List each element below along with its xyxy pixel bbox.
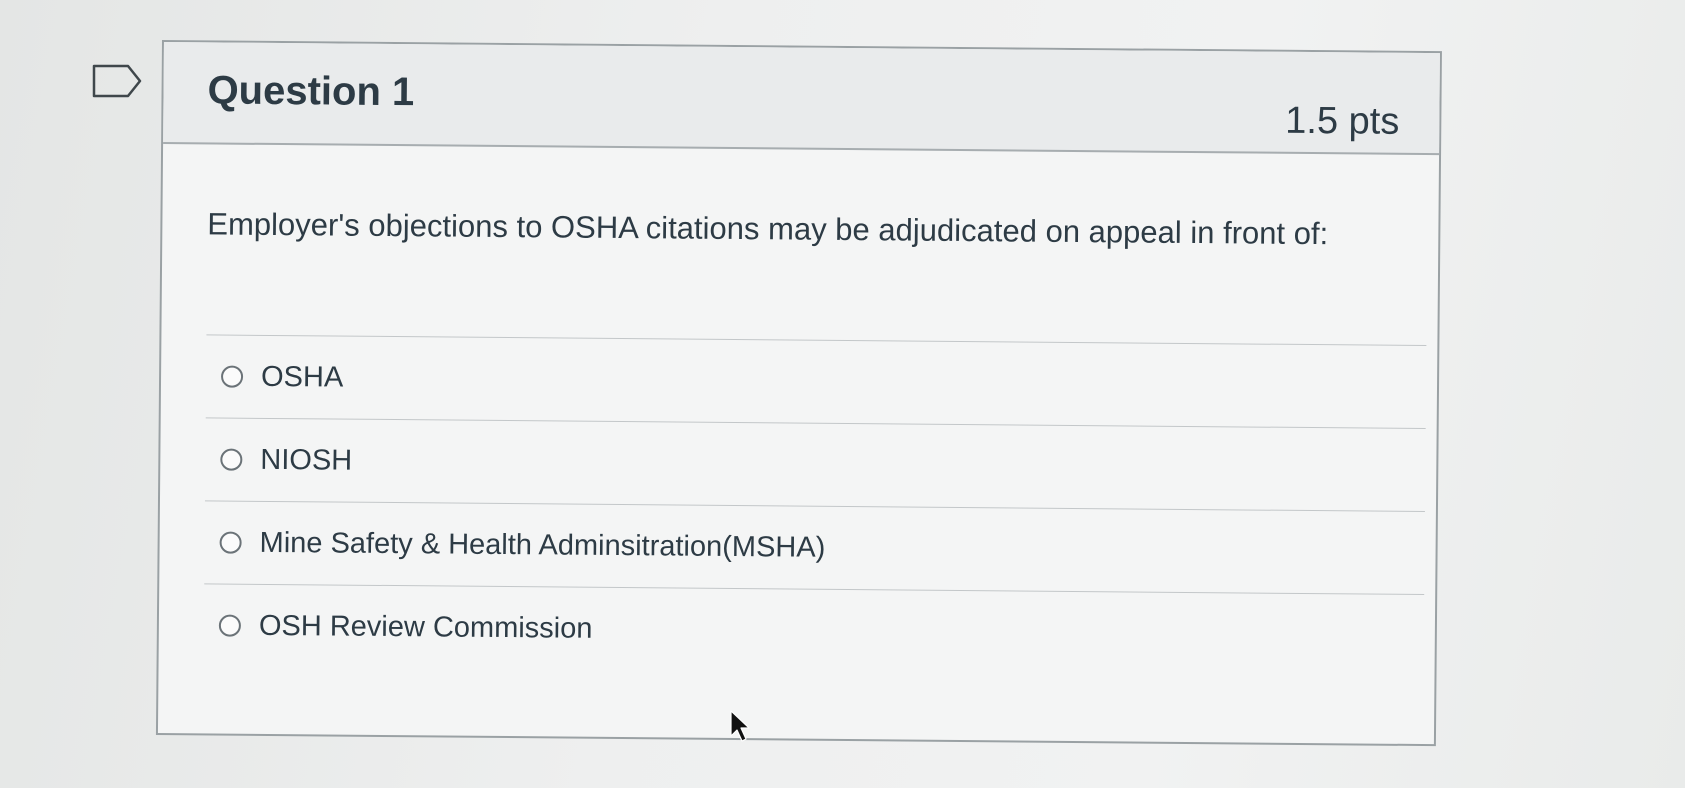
question-title: Question 1 bbox=[207, 68, 415, 115]
question-header: Question 1 1.5 pts bbox=[163, 42, 1440, 156]
answer-option-osha[interactable]: OSHA bbox=[205, 334, 1427, 429]
answer-label: OSHA bbox=[260, 360, 344, 394]
answer-label: NIOSH bbox=[260, 443, 353, 477]
question-text: Employer's objections to OSHA citations … bbox=[207, 206, 1329, 252]
radio-button[interactable] bbox=[220, 365, 244, 388]
radio-button[interactable] bbox=[219, 531, 242, 554]
answer-label: OSH Review Commission bbox=[258, 609, 593, 645]
radio-button[interactable] bbox=[220, 448, 243, 471]
answer-option-msha[interactable]: Mine Safety & Health Adminsitration(MSHA… bbox=[204, 500, 1425, 595]
answer-label: Mine Safety & Health Adminsitration(MSHA… bbox=[259, 526, 826, 564]
answer-option-osh-review-commission[interactable]: OSH Review Commission bbox=[203, 583, 1425, 678]
radio-button[interactable] bbox=[218, 614, 241, 637]
flag-question-icon[interactable] bbox=[92, 64, 142, 98]
answer-option-niosh[interactable]: NIOSH bbox=[204, 417, 1426, 512]
answer-list: OSHA NIOSH Mine Safety & Health Adminsit… bbox=[203, 334, 1427, 678]
mouse-pointer-icon bbox=[730, 710, 750, 742]
question-points: 1.5 pts bbox=[1285, 99, 1400, 143]
question-card: Question 1 1.5 pts Employer's objections… bbox=[155, 40, 1442, 747]
